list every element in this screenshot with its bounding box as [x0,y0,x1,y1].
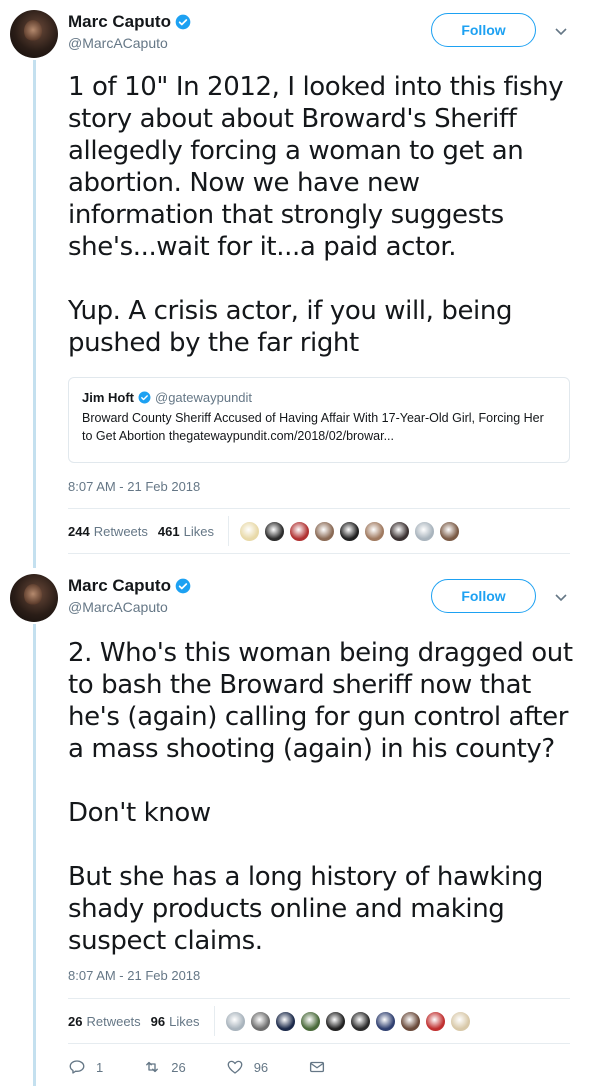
liker-avatar[interactable] [438,520,460,542]
liker-avatar[interactable] [249,1010,271,1032]
tweet-actions: 1 26 96 [68,1058,366,1076]
retweet-stat[interactable]: 244 Retweets [68,524,148,539]
liker-avatar[interactable] [313,520,335,542]
liker-avatar[interactable] [363,520,385,542]
liker-avatar[interactable] [349,1010,371,1032]
like-stat[interactable]: 96 Likes [151,1014,200,1029]
retweet-icon [146,1061,159,1073]
chevron-down-icon[interactable] [553,23,569,39]
retweet-button[interactable]: 26 [143,1058,186,1076]
liker-avatar[interactable] [413,520,435,542]
direct-message-button[interactable] [308,1058,326,1076]
tweet[interactable]: Marc Caputo @MarcACaputo Follow 1 of 10"… [0,0,599,568]
divider [227,516,229,546]
reply-icon [69,1060,85,1074]
verified-icon [138,391,151,404]
avatar[interactable] [10,10,58,58]
liker-avatar[interactable] [338,520,360,542]
quote-text: Broward County Sheriff Accused of Having… [82,411,544,443]
quote-author-handle: @gatewaypundit [155,390,253,405]
tweet-timestamp[interactable]: 8:07 AM - 21 Feb 2018 [68,479,200,494]
tweet-text: 2. Who's this woman being dragged out to… [68,638,573,956]
divider [213,1006,215,1036]
tweet-stats: 244 Retweets 461 Likes [68,508,570,554]
liker-avatar[interactable] [324,1010,346,1032]
quote-author-name: Jim Hoft [82,390,134,405]
chevron-down-icon[interactable] [553,589,569,605]
retweet-stat[interactable]: 26 Retweets [68,1014,141,1029]
avatar[interactable] [10,574,58,622]
tweet[interactable]: Marc Caputo @MarcACaputo Follow 2. Who's… [0,568,599,1087]
retweet-count: 26 [171,1059,186,1075]
follow-button[interactable]: Follow [431,579,536,613]
like-button[interactable]: 96 [226,1058,268,1076]
liker-avatar[interactable] [399,1010,421,1032]
liker-avatar[interactable] [449,1010,471,1032]
liker-avatar[interactable] [263,520,285,542]
author-name[interactable]: Marc Caputo [68,12,171,32]
like-icon [227,1060,243,1074]
author-block[interactable]: Marc Caputo @MarcACaputo [68,12,191,51]
liker-avatars [238,520,460,542]
like-stat[interactable]: 461 Likes [158,524,214,539]
verified-icon [175,578,191,594]
liker-avatar[interactable] [424,1010,446,1032]
liker-avatar[interactable] [299,1010,321,1032]
like-count: 96 [253,1059,269,1075]
message-icon [310,1061,325,1073]
verified-icon [175,14,191,30]
tweet-timestamp[interactable]: 8:07 AM - 21 Feb 2018 [68,968,200,983]
liker-avatar[interactable] [374,1010,396,1032]
author-handle[interactable]: @MarcACaputo [68,35,191,51]
liker-avatar[interactable] [388,520,410,542]
tweet-text: 1 of 10" In 2012, I looked into this fis… [68,72,564,358]
reply-button[interactable]: 1 [68,1058,103,1076]
reply-count: 1 [96,1059,104,1075]
liker-avatar[interactable] [224,1010,246,1032]
tweet-stats: 26 Retweets 96 Likes [68,998,570,1044]
follow-button[interactable]: Follow [431,13,536,47]
liker-avatar[interactable] [274,1010,296,1032]
liker-avatars [224,1010,471,1032]
author-name[interactable]: Marc Caputo [68,576,171,596]
liker-avatar[interactable] [288,520,310,542]
author-block[interactable]: Marc Caputo @MarcACaputo [68,576,191,615]
author-handle[interactable]: @MarcACaputo [68,599,191,615]
quoted-tweet[interactable]: Jim Hoft @gatewaypundit Broward County S… [68,377,570,463]
liker-avatar[interactable] [238,520,260,542]
